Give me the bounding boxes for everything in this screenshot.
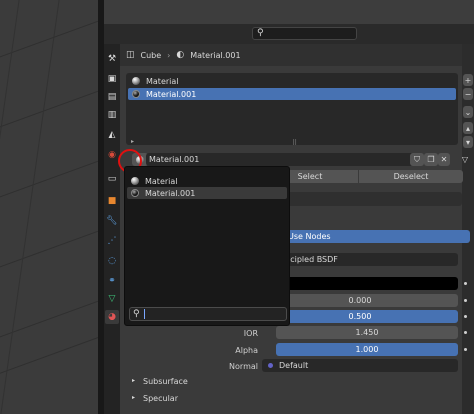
material-slot-list[interactable]: Material Material.001 ▸ ⠿ (126, 73, 458, 147)
keyframe-dot-icon[interactable] (464, 299, 467, 302)
move-slot-down-button[interactable]: ▾ (463, 136, 473, 148)
mesh-icon: ▽ (461, 155, 469, 164)
breadcrumb-material: Material.001 (190, 50, 241, 60)
normal-label: Normal (229, 362, 258, 371)
property-value-field[interactable]: 0.000 (262, 294, 458, 307)
properties-tab-strip: ⚒ ▣ ▤ ▥ ◭ ◉ ▭ ■ 🔧︎ ⋰ ◌ ⚭ ▽ ◕ (104, 44, 120, 414)
keyframe-dot-icon[interactable] (464, 282, 467, 285)
specular-section[interactable]: ▸ Specular (132, 394, 178, 403)
keyframe-dot-icon[interactable] (464, 315, 467, 318)
properties-search-input[interactable]: ⚲ (252, 27, 357, 40)
grid-line (0, 71, 98, 131)
normal-value: Default (279, 361, 309, 370)
text-cursor (143, 309, 145, 319)
subsurface-label: Subsurface (143, 377, 188, 386)
alpha-value: 1.000 (355, 345, 379, 354)
3d-viewport[interactable] (0, 0, 98, 414)
unlink-material-button[interactable]: ✕ (438, 153, 450, 166)
breadcrumb: ◫ Cube › ◐ Material.001 ⚲ (120, 44, 474, 66)
ior-field[interactable]: 1.450 (276, 326, 458, 339)
constraints-tab-icon[interactable]: ⚭ (105, 274, 119, 288)
normal-field[interactable]: Default (262, 359, 458, 372)
world-tab-icon[interactable]: ◉ (105, 148, 119, 162)
property-value: 0.000 (348, 296, 372, 305)
surface-panel-header[interactable] (262, 192, 462, 206)
chevron-right-icon: › (167, 50, 171, 60)
ior-value: 1.450 (355, 328, 379, 337)
resize-handle-icon[interactable]: ⠿ (292, 139, 297, 147)
material-browse-dropdown: Material Material.001 ⚲ (124, 166, 290, 326)
material-ball-icon (131, 177, 139, 185)
move-slot-up-button[interactable]: ▴ (463, 122, 473, 134)
expand-arrow-icon[interactable]: ▸ (131, 138, 134, 145)
dropdown-item-label: Material (145, 176, 178, 186)
material-icon: ◐ (176, 50, 185, 60)
data-tab-icon[interactable]: ▽ (105, 292, 119, 306)
dropdown-item-label: Material.001 (145, 188, 196, 198)
ior-label: IOR (243, 329, 258, 338)
material-ball-icon (132, 77, 140, 85)
search-icon: ⚲ (257, 28, 264, 38)
use-nodes-button[interactable]: Use Nodes (262, 230, 470, 243)
object-data-icon: ◫ (126, 50, 135, 60)
output-tab-icon[interactable]: ▤ (105, 90, 119, 104)
alpha-label: Alpha (235, 346, 258, 355)
dropdown-item[interactable]: Material.001 (127, 187, 287, 199)
dropdown-search-input[interactable]: ⚲ (129, 307, 287, 321)
surface-shader-field[interactable]: ıcipled BSDF (262, 253, 458, 266)
material-name-value: Material.001 (149, 155, 200, 164)
copy-icon: ❐ (427, 155, 435, 164)
material-ball-icon (131, 189, 139, 197)
scene-tab-icon[interactable]: ◭ (105, 128, 119, 142)
material-tab-icon[interactable]: ◕ (105, 310, 119, 324)
select-button-label: Select (297, 172, 323, 181)
dropdown-item[interactable]: Material (127, 175, 287, 187)
search-icon: ⚲ (133, 309, 140, 319)
breadcrumb-object: Cube (140, 50, 162, 60)
grid-line (0, 141, 98, 201)
property-value-field[interactable]: 0.500 (262, 310, 458, 323)
subsurface-section[interactable]: ▸ Subsurface (132, 377, 188, 386)
use-nodes-label: Use Nodes (288, 232, 331, 241)
close-icon: ✕ (440, 155, 448, 164)
shield-icon: ⛉ (414, 154, 420, 164)
vector-socket-icon (268, 363, 273, 368)
material-selector-row: Material.001 ⛉ ❐ ✕ ▽ (128, 152, 468, 167)
render-tab-icon[interactable]: ▣ (105, 72, 119, 86)
deselect-button-label: Deselect (393, 172, 429, 181)
particles-tab-icon[interactable]: ⋰ (105, 234, 119, 248)
physics-tab-icon[interactable]: ◌ (105, 254, 119, 268)
tool-tab-icon[interactable]: ⚒ (105, 52, 119, 66)
fake-user-button[interactable]: ⛉ (410, 153, 424, 166)
grid-line (0, 211, 98, 271)
surface-shader-value: ıcipled BSDF (288, 255, 338, 264)
property-value: 0.500 (348, 312, 372, 321)
expand-arrow-icon: ▸ (132, 377, 136, 384)
slot-controls-strip: + − ⌄ ▴ ▾ (462, 44, 474, 414)
slot-specials-button[interactable]: ⌄ (463, 106, 473, 118)
material-slot-label: Material (146, 76, 179, 86)
material-slot-item[interactable]: Material.001 (128, 88, 456, 100)
object-tab-icon[interactable]: ■ (105, 194, 119, 208)
link-type-button[interactable]: ▽ (458, 153, 472, 166)
keyframe-dot-icon[interactable] (464, 348, 467, 351)
modifiers-tab-icon[interactable]: 🔧︎ (105, 214, 119, 228)
material-ball-icon (132, 90, 140, 98)
collection-tab-icon[interactable]: ▭ (105, 172, 119, 186)
view-layer-tab-icon[interactable]: ▥ (105, 108, 119, 122)
material-slot-label: Material.001 (146, 89, 197, 99)
duplicate-material-button[interactable]: ❐ (424, 153, 438, 166)
expand-arrow-icon: ▸ (132, 394, 136, 401)
material-name-field[interactable]: Material.001 (146, 153, 414, 166)
material-slot-item[interactable]: Material (128, 75, 456, 87)
specular-label: Specular (143, 394, 178, 403)
grid-line (0, 0, 21, 414)
add-slot-button[interactable]: + (463, 74, 473, 86)
keyframe-dot-icon[interactable] (464, 331, 467, 334)
base-color-swatch[interactable] (262, 277, 458, 290)
deselect-button[interactable]: Deselect (359, 170, 463, 183)
alpha-field[interactable]: 1.000 (276, 343, 458, 356)
remove-slot-button[interactable]: − (463, 88, 473, 100)
